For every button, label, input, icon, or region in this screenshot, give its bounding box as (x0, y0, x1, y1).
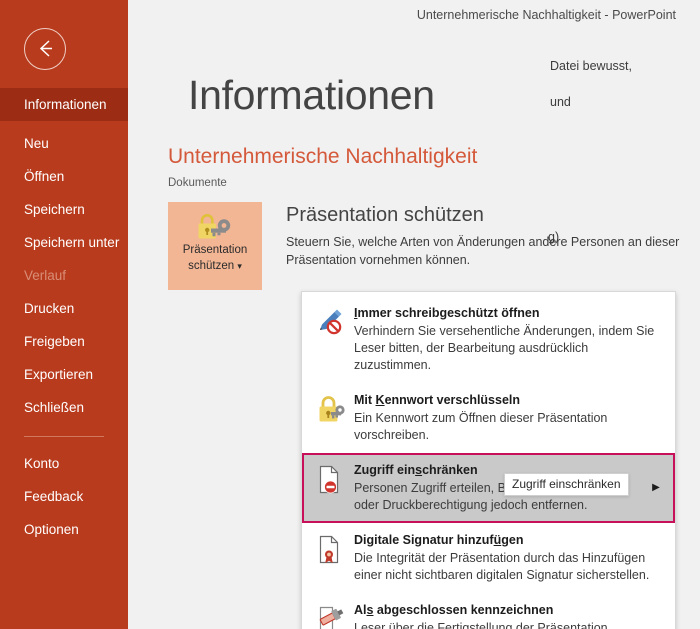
sidebar-divider (24, 436, 104, 437)
page-title: Informationen (188, 72, 435, 118)
sidebar-item-verlauf: Verlauf (24, 268, 67, 283)
protect-presentation-menu: Immer schreibgeschützt öffnen Verhindern… (301, 291, 676, 629)
title-post: mmer schreibgeschützt öffnen (357, 306, 540, 320)
menu-item-immer-schreibgeschuetzt-oeffnen[interactable]: Immer schreibgeschützt öffnen Verhindern… (302, 296, 675, 383)
menu-item-title: Als abgeschlossen kennzeichnen (354, 602, 663, 618)
title-post: gen (501, 533, 524, 547)
window-title: Unternehmerische Nachhaltigkeit - PowerP… (416, 8, 676, 22)
sidebar-item-speichern-unter[interactable]: Speichern unter (0, 226, 128, 259)
sidebar-item-schliessen[interactable]: Schließen (0, 391, 128, 424)
sidebar-item-freigeben[interactable]: Freigeben (0, 325, 128, 358)
protect-button-caption-line1: Präsentation (182, 244, 248, 256)
menu-item-text: Digitale Signatur hinzufügen Die Integri… (354, 532, 663, 584)
menu-item-description: Leser über die Fertigstellung der Präsen… (354, 621, 608, 629)
protect-description: Steuern Sie, welche Arten von Änderungen… (286, 235, 680, 267)
title-post: ennwort verschlüsseln (384, 393, 521, 407)
lock-key-icon (168, 202, 262, 242)
document-restricted-icon (316, 463, 346, 497)
backstage-content: Unternehmerische Nachhaltigkeit - PowerP… (128, 0, 700, 629)
menu-item-description: Verhindern Sie versehentliche Änderungen… (354, 324, 655, 372)
sidebar-item-offnen[interactable]: Öffnen (0, 160, 128, 193)
protect-presentation-button[interactable]: Präsentation schützen ▾ (168, 202, 262, 290)
document-signature-icon (316, 533, 346, 567)
title-post: abgeschlossen kennzeichnen (373, 603, 554, 617)
title-pre: Digitale Signatur hinzuf (354, 533, 494, 547)
sidebar-item-optionen[interactable]: Optionen (0, 513, 128, 546)
menu-item-title: Mit Kennwort verschlüsseln (354, 392, 663, 408)
protect-button-caption-line2: schützen (188, 260, 235, 272)
sidebar-item-speichern[interactable]: Speichern (0, 193, 128, 226)
sidebar-item-feedback[interactable]: Feedback (0, 480, 128, 513)
sidebar-item-neu[interactable]: Neu (0, 127, 128, 160)
menu-item-text: Immer schreibgeschützt öffnen Verhindern… (354, 305, 663, 374)
title-accelerator: K (375, 393, 385, 407)
sidebar-item-informationen[interactable]: Informationen (0, 88, 128, 121)
title-pre: Mit (354, 393, 376, 407)
pen-blocked-icon (316, 306, 346, 340)
document-title: Unternehmerische Nachhaltigkeit (168, 145, 478, 168)
menu-item-mit-kennwort-verschluesseln[interactable]: Mit Kennwort verschlüsseln Ein Kennwort … (302, 383, 675, 453)
sidebar-item-konto[interactable]: Konto (0, 447, 128, 480)
menu-item-text: Als abgeschlossen kennzeichnen Leser übe… (354, 602, 663, 629)
menu-item-digitale-signatur-hinzufuegen[interactable]: Digitale Signatur hinzufügen Die Integri… (302, 523, 675, 593)
document-stamp-icon (316, 603, 346, 629)
sidebar-item-exportieren[interactable]: Exportieren (0, 358, 128, 391)
tooltip-zugriff-einschraenken: Zugriff einschränken (504, 473, 629, 496)
menu-item-text: Mit Kennwort verschlüsseln Ein Kennwort … (354, 392, 663, 444)
title-post: chränken (422, 463, 478, 477)
background-text-fragment-1: Datei bewusst, (550, 59, 632, 73)
chevron-down-icon: ▾ (237, 261, 242, 271)
menu-item-title: Digitale Signatur hinzufügen (354, 532, 663, 548)
backstage-nav: Informationen Neu Öffnen Speichern Speic… (0, 88, 128, 546)
menu-item-description: Ein Kennwort zum Öffnen dieser Präsentat… (354, 411, 608, 442)
protect-button-caption: Präsentation schützen ▾ (168, 242, 262, 274)
title-pre: Al (354, 603, 367, 617)
document-location: Dokumente (168, 177, 227, 189)
title-pre: Zugriff ein (354, 463, 416, 477)
backstage-sidebar: Informationen Neu Öffnen Speichern Speic… (0, 0, 128, 629)
back-arrow-icon[interactable] (24, 28, 66, 70)
sidebar-item-drucken[interactable]: Drucken (0, 292, 128, 325)
menu-item-description: Die Integrität der Präsentation durch da… (354, 551, 650, 582)
protect-presentation-info: Präsentation schützen Steuern Sie, welch… (286, 204, 686, 269)
protect-heading: Präsentation schützen (286, 204, 484, 226)
menu-item-title: Immer schreibgeschützt öffnen (354, 305, 663, 321)
powerpoint-backstage-view: Informationen Neu Öffnen Speichern Speic… (0, 0, 700, 629)
submenu-arrow-icon: ▶ (652, 482, 660, 493)
menu-item-als-abgeschlossen-kennzeichnen[interactable]: Als abgeschlossen kennzeichnen Leser übe… (302, 593, 675, 629)
background-text-fragment-2: und (550, 95, 571, 109)
padlock-key-icon (316, 393, 346, 427)
